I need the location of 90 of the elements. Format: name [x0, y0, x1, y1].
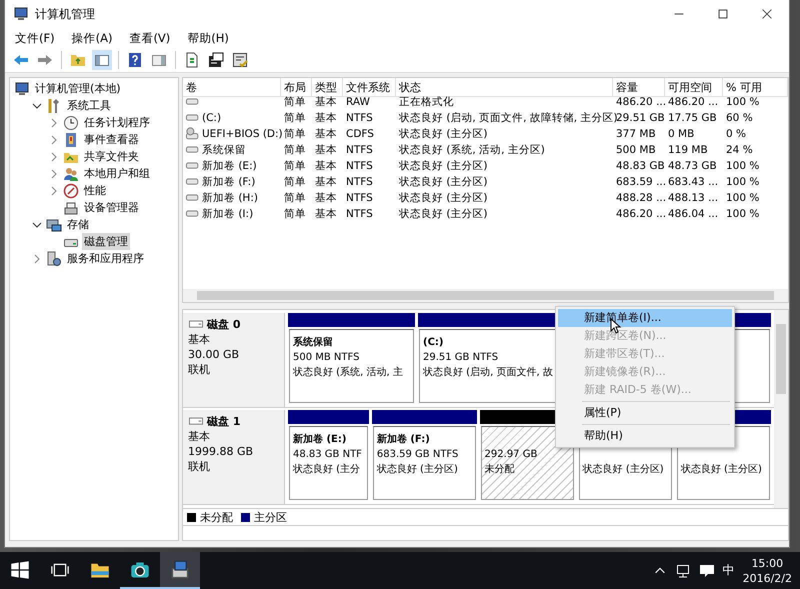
table-cell: 状态良好 (主分区) — [399, 159, 488, 173]
table-cell: 状态良好 (系统, 活动, 主分区) — [399, 143, 545, 157]
table-cell: 简单 — [284, 111, 306, 125]
table-cell: 486.20 ... — [668, 96, 718, 108]
partition-size: 500 MB NTFS — [293, 351, 360, 365]
partition-name: 系统保留 — [293, 336, 333, 350]
table-cell: 486.20 ... — [616, 96, 666, 108]
legend-label: 主分区 — [254, 510, 287, 524]
table-cell: NTFS — [346, 160, 373, 172]
table-cell: 基本 — [315, 159, 337, 173]
table-cell: 简单 — [284, 95, 306, 109]
table-cell: 状态良好 (主分区) — [399, 127, 488, 141]
partition-size: 29.51 GB NTFS — [423, 351, 498, 365]
table-cell: 简单 — [284, 191, 306, 205]
legend-label: 未分配 — [200, 510, 233, 524]
partition-status: 状态良好 (主分区) — [680, 462, 762, 477]
disk-status: 联机 — [188, 459, 211, 474]
table-cell: 新加卷 (E:) — [202, 159, 257, 173]
table-cell: CDFS — [346, 128, 374, 140]
table-cell: 简单 — [284, 175, 306, 189]
table-cell: 新加卷 (H:) — [202, 191, 258, 205]
table-cell: 状态良好 (主分区) — [399, 175, 488, 189]
partition-status: 状态良好 (主分区) — [582, 462, 664, 477]
partition-name: (C:) — [423, 336, 444, 350]
table-cell: 简单 — [284, 127, 306, 141]
table-cell: UEFI+BIOS (D:) — [202, 128, 283, 140]
table-cell: 基本 — [315, 207, 337, 221]
disk-name: 磁盘 0 — [207, 317, 240, 332]
table-cell: 简单 — [284, 143, 306, 157]
table-cell: 24 % — [726, 144, 753, 156]
table-cell: 100 % — [726, 96, 760, 108]
table-cell: 48.73 GB — [668, 160, 717, 172]
partition-size: 683.59 GB NTFS — [376, 448, 458, 462]
disk-size: 1999.88 GB — [188, 444, 254, 459]
table-cell: 48.83 GB — [616, 160, 665, 172]
table-cell: RAW — [346, 96, 370, 108]
partition-status: 状态良好 (系统, 活动, 主 — [293, 366, 403, 380]
table-cell: NTFS — [346, 208, 373, 220]
window-title: 计算机管理 — [35, 6, 95, 22]
table-cell: 状态良好 (主分区) — [399, 207, 488, 221]
table-cell: 100 % — [726, 208, 760, 220]
table-cell: NTFS — [346, 144, 373, 156]
table-cell: 488.13 ... — [668, 192, 718, 204]
table-cell: 29.51 GB — [616, 112, 665, 124]
disk-status: 联机 — [188, 362, 211, 377]
table-cell: 简单 — [284, 207, 306, 221]
table-cell: 基本 — [315, 191, 337, 205]
table-cell: 系统保留 — [202, 143, 246, 157]
table-cell: 100 % — [726, 192, 760, 204]
table-cell: 简单 — [284, 159, 306, 173]
table-cell: 新加卷 (F:) — [202, 175, 256, 189]
table-cell: 基本 — [315, 95, 337, 109]
table-cell: 基本 — [315, 143, 337, 157]
partition-status: 未分配 — [484, 462, 515, 477]
partition-name: 新加卷 (E:) — [293, 432, 346, 447]
disk-type: 基本 — [188, 429, 211, 444]
table-cell: 100 % — [726, 176, 760, 188]
table-cell: 状态良好 (主分区) — [399, 191, 488, 205]
partition-size: 48.83 GB NTF — [293, 448, 362, 462]
table-cell: 17.75 GB — [668, 112, 717, 124]
table-cell: 377 MB — [616, 128, 656, 140]
table-cell: 683.59 ... — [616, 176, 666, 188]
table-cell: 0 MB — [668, 128, 694, 140]
table-cell: 基本 — [315, 111, 337, 125]
table-cell: 基本 — [315, 175, 337, 189]
table-cell: 状态良好 (启动, 页面文件, 故障转储, 主分区) — [399, 111, 618, 125]
table-cell: 正在格式化 — [399, 95, 454, 109]
table-cell: 488.28 ... — [616, 192, 666, 204]
disk-name: 磁盘 1 — [207, 414, 240, 429]
disk-type: 基本 — [188, 332, 211, 347]
table-cell: 0 % — [726, 128, 746, 140]
partition-name: 新加卷 (F:) — [376, 432, 430, 447]
table-cell: NTFS — [346, 192, 373, 204]
table-cell: 486.04 ... — [668, 208, 718, 220]
table-cell: (C:) — [202, 112, 222, 124]
disk-size: 30.00 GB — [188, 347, 240, 362]
partition-status: 状态良好 (主分区) — [376, 462, 458, 477]
table-cell: 500 MB — [616, 144, 656, 156]
partition-status: 状态良好 (启动, 页面文件, 故 — [423, 366, 553, 380]
table-cell: NTFS — [346, 176, 373, 188]
table-cell: 119 MB — [668, 144, 708, 156]
table-cell: NTFS — [346, 112, 373, 124]
table-cell: 新加卷 (I:) — [202, 207, 254, 221]
table-cell: 486.20 ... — [616, 208, 666, 220]
table-cell: 60 % — [726, 112, 753, 124]
partition-status: 状态良好 (主分 — [293, 462, 360, 477]
table-cell: 基本 — [315, 127, 337, 141]
partition-size: 292.97 GB — [484, 448, 538, 462]
table-cell: 100 % — [726, 160, 760, 172]
table-cell: 683.43 ... — [668, 176, 718, 188]
